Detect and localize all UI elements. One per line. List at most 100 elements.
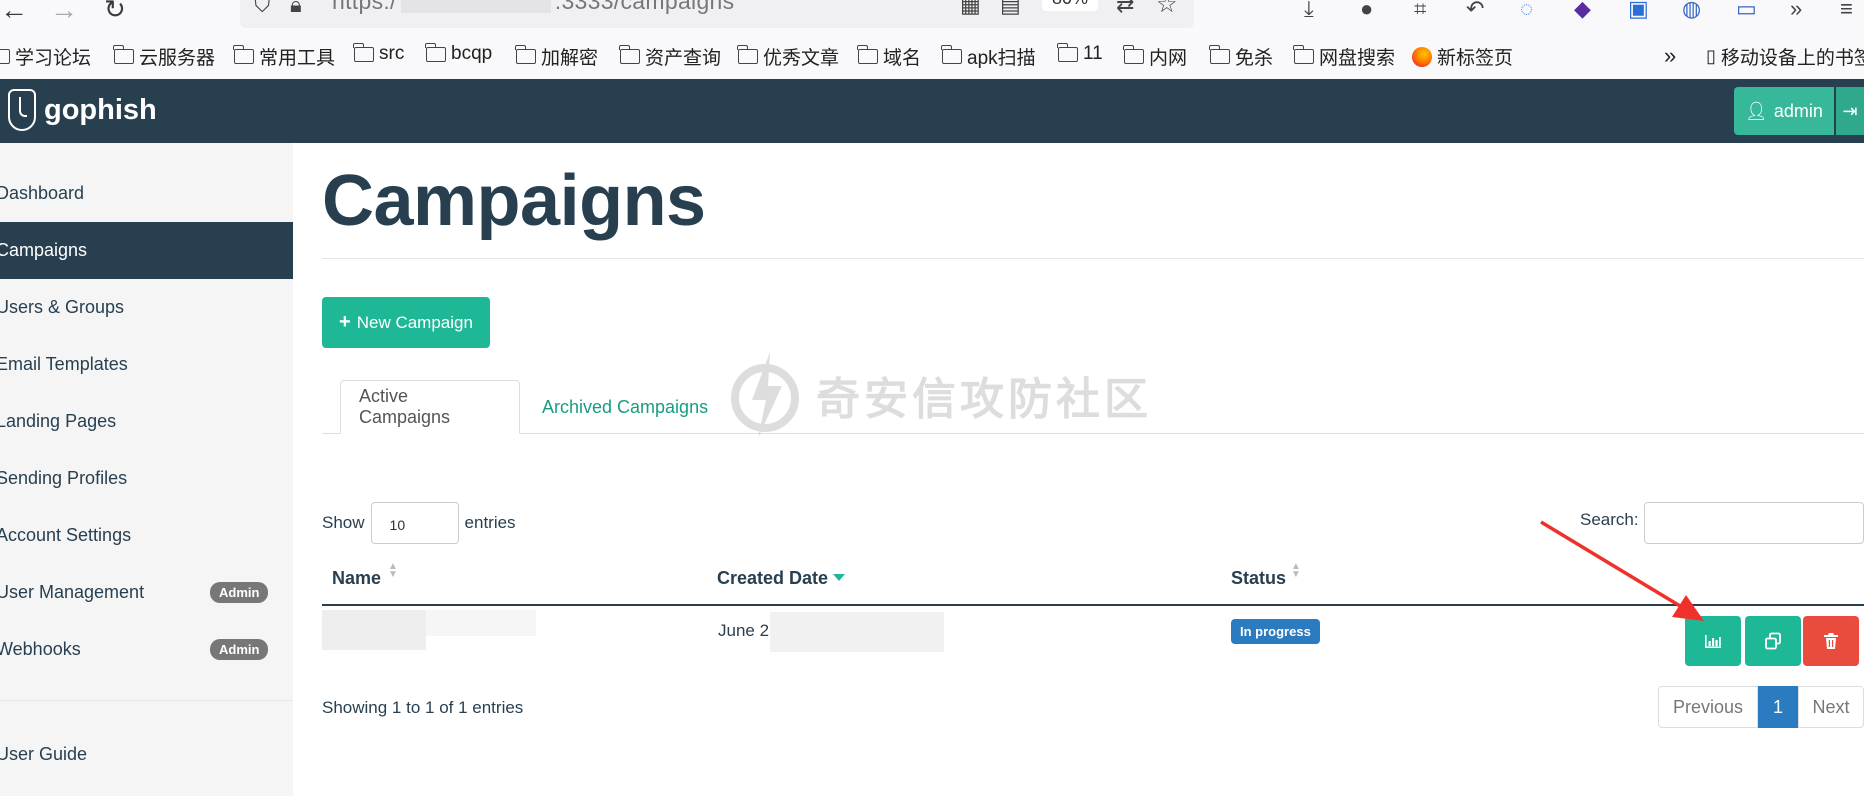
entries-select[interactable]: 10 — [370, 502, 459, 544]
sidebar-item-label: Landing Pages — [0, 411, 117, 431]
bookmark-item[interactable]: 云服务器 — [113, 43, 215, 70]
extension-globe-icon[interactable]: ● — [1360, 0, 1373, 22]
sidebar-item-user-management[interactable]: User Management Admin — [0, 564, 293, 621]
extension-layers-icon[interactable]: ◆ — [1574, 0, 1591, 22]
bookmark-item[interactable]: 资产查询 — [619, 43, 721, 70]
watermark-logo-icon — [731, 352, 799, 438]
previous-page-button[interactable]: Previous — [1658, 686, 1758, 728]
sidebar-item-webhooks[interactable]: Webhooks Admin — [0, 621, 293, 678]
bookmark-item[interactable]: 优秀文章 — [737, 43, 839, 70]
url-text[interactable]: https:/:3333/campaigns — [332, 0, 734, 15]
tab-archived-campaigns[interactable]: Archived Campaigns — [524, 380, 726, 434]
sidebar-item-campaigns[interactable]: Campaigns — [0, 222, 293, 279]
bookmark-item[interactable]: 常用工具 — [233, 43, 335, 70]
brand[interactable]: gophish — [8, 89, 157, 131]
sidebar-item-landing-pages[interactable]: Landing Pages — [0, 393, 293, 450]
folder-icon — [515, 45, 536, 64]
column-header-name[interactable]: Name — [332, 568, 381, 589]
crop-icon[interactable]: ⌗ — [1414, 0, 1426, 22]
created-date-cell: June 2 — [718, 621, 770, 640]
sidebar-item-account-settings[interactable]: Account Settings — [0, 507, 293, 564]
new-campaign-button[interactable]: + New Campaign — [322, 297, 490, 348]
folder-icon — [1057, 42, 1078, 62]
show-label: Show — [322, 513, 365, 532]
bookmark-item[interactable]: apk扫描 — [941, 43, 1036, 70]
extension-save-icon[interactable]: ▭ — [1736, 0, 1757, 22]
next-page-button[interactable]: Next — [1798, 686, 1864, 728]
extension-world-icon[interactable]: ◍ — [1682, 0, 1701, 22]
sidebar-item-users-groups[interactable]: Users & Groups — [0, 279, 293, 336]
sidebar-item-label: User Guide — [0, 744, 88, 764]
bookmark-item[interactable]: 加解密 — [515, 43, 598, 70]
lock-icon[interactable]: 🔒︎ — [290, 0, 302, 18]
sidebar-item-user-guide[interactable]: User Guide — [0, 726, 293, 783]
bar-chart-icon — [1705, 635, 1721, 648]
forward-arrow-icon[interactable]: → — [50, 0, 78, 26]
title-divider — [322, 258, 1864, 259]
bookmarks-overflow-icon[interactable]: » — [1664, 43, 1676, 69]
plus-icon: + — [339, 311, 351, 333]
back-arrow-icon[interactable]: ← — [0, 0, 28, 26]
sidebar-item-dashboard[interactable]: Dashboard — [0, 165, 293, 222]
sidebar-item-label: Account Settings — [0, 525, 132, 545]
sidebar: Dashboard Campaigns Users & Groups Email… — [0, 143, 293, 796]
translate-icon[interactable]: ⇄ — [1116, 0, 1134, 18]
bookmark-item[interactable]: 学习论坛 — [0, 43, 91, 70]
page-1-button[interactable]: 1 — [1758, 686, 1798, 728]
qr-code-icon[interactable]: ▦ — [960, 0, 981, 18]
undo-icon[interactable]: ↶ — [1466, 0, 1484, 22]
bookmark-item[interactable]: 新标签页 — [1412, 43, 1513, 70]
shield-icon[interactable]: ⛉ — [254, 0, 271, 18]
entries-length-control: Show 10 entries — [322, 502, 516, 544]
bookmark-item[interactable]: bcqp — [425, 42, 492, 65]
phone-icon: ▯ — [1706, 46, 1716, 66]
folder-icon — [857, 45, 878, 64]
status-badge: In progress — [1231, 619, 1320, 644]
logout-button[interactable]: ⇥ — [1836, 87, 1864, 135]
mobile-bookmarks[interactable]: ▯ 移动设备上的书签 — [1706, 43, 1864, 70]
zoom-level[interactable]: 80% — [1042, 0, 1099, 11]
bookmark-item[interactable]: 网盘搜索 — [1293, 43, 1395, 70]
folder-icon — [1293, 45, 1314, 64]
star-icon[interactable]: ☆ — [1156, 0, 1178, 19]
folder-icon — [425, 42, 446, 62]
menu-icon[interactable]: ≡ — [1840, 0, 1853, 22]
extension-c-icon[interactable]: ◌ — [1520, 0, 1533, 22]
folder-icon — [619, 45, 640, 64]
copy-campaign-button[interactable] — [1745, 616, 1801, 666]
overflow-chevrons-icon[interactable]: » — [1790, 0, 1802, 22]
reload-icon[interactable]: ↻ — [104, 0, 126, 25]
extension-translate-icon[interactable]: ▣ — [1628, 0, 1649, 22]
url-bar[interactable]: ⛉ 🔒︎ https:/:3333/campaigns ▦ ▤ 80% ⇄ ☆ — [240, 0, 1194, 28]
sidebar-item-label: User Management — [0, 582, 145, 602]
bookmark-item[interactable]: 11 — [1057, 42, 1103, 65]
redacted-blur — [426, 610, 536, 636]
gophish-logo-icon — [8, 89, 36, 131]
bookmark-item[interactable]: src — [353, 42, 404, 65]
table-info: Showing 1 to 1 of 1 entries — [322, 698, 524, 717]
reader-view-icon[interactable]: ▤ — [1000, 0, 1021, 18]
admin-badge: Admin — [210, 639, 269, 660]
tab-active-campaigns[interactable]: Active Campaigns — [340, 380, 520, 434]
view-results-button[interactable] — [1685, 616, 1741, 666]
bookmark-item[interactable]: 内网 — [1123, 43, 1187, 70]
admin-user-button[interactable]: 👤︎ admin — [1734, 87, 1834, 135]
column-header-status[interactable]: Status — [1231, 568, 1286, 589]
folder-icon — [1123, 45, 1144, 64]
search-input[interactable] — [1644, 502, 1864, 544]
folder-icon — [233, 45, 254, 64]
redacted-blur — [770, 612, 944, 652]
trash-icon — [1824, 633, 1838, 649]
bookmark-item[interactable]: 免杀 — [1209, 43, 1273, 70]
entries-label: entries — [464, 513, 516, 532]
browser-chrome: ← → ↻ ⛉ 🔒︎ https:/:3333/campaigns ▦ ▤ 80… — [0, 0, 1864, 79]
user-icon: 👤︎ — [1745, 100, 1768, 121]
sidebar-item-email-templates[interactable]: Email Templates — [0, 336, 293, 393]
sidebar-item-sending-profiles[interactable]: Sending Profiles — [0, 450, 293, 507]
download-icon[interactable]: ⤓ — [1304, 0, 1314, 22]
delete-campaign-button[interactable] — [1803, 616, 1859, 666]
page-title: Campaigns — [322, 161, 706, 241]
column-header-created-date[interactable]: Created Date — [717, 568, 828, 589]
sidebar-item-label: Email Templates — [0, 354, 128, 374]
bookmark-item[interactable]: 域名 — [857, 43, 921, 70]
